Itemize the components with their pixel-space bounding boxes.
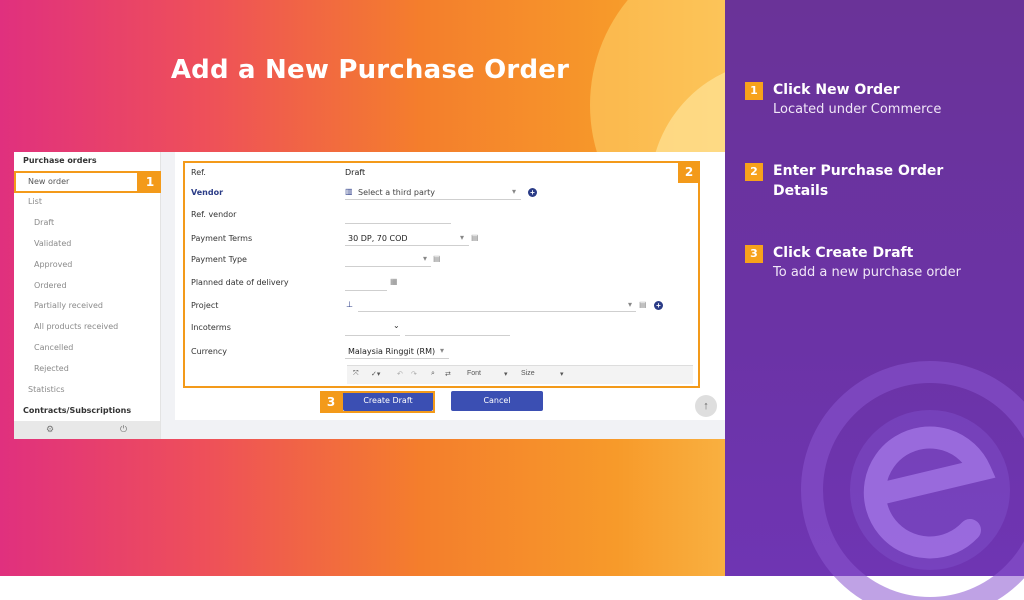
sidebar-item-validated[interactable]: Validated <box>34 239 180 248</box>
sidebar-item-cancelled[interactable]: Cancelled <box>34 343 180 352</box>
step-3-subtitle: To add a new purchase order <box>773 265 961 280</box>
brand-logo-icon <box>801 361 1024 600</box>
step-1: 1 Click New Order Located under Commerce <box>745 80 1005 120</box>
step-3: 3 Click Create Draft To add a new purcha… <box>745 243 1005 283</box>
step-2-title: Enter Purchase Order Details <box>773 163 944 199</box>
step-1-badge: 1 <box>745 82 763 100</box>
gear-icon[interactable]: ⚙ <box>46 424 54 435</box>
cancel-button[interactable]: Cancel <box>451 391 543 411</box>
sidebar-item-rejected[interactable]: Rejected <box>34 364 180 373</box>
marker-1: 1 <box>139 171 161 193</box>
sidebar-item-list[interactable]: List <box>28 197 174 206</box>
sidebar-item-ordered[interactable]: Ordered <box>34 281 180 290</box>
sidebar-item-draft[interactable]: Draft <box>34 218 180 227</box>
sidebar-header: Purchase orders <box>23 156 97 165</box>
step-1-title: Click New Order <box>773 82 900 98</box>
step-3-title: Click Create Draft <box>773 245 914 261</box>
sidebar-footer: ⚙ ⏻ <box>14 421 160 439</box>
sidebar-section-contracts[interactable]: Contracts/Subscriptions <box>23 406 169 415</box>
sidebar-item-partially-received[interactable]: Partially received <box>34 301 180 310</box>
scroll-to-top-icon[interactable]: ↑ <box>695 395 717 417</box>
sidebar: Purchase orders New order List Draft Val… <box>14 152 161 439</box>
step-1-subtitle: Located under Commerce <box>773 102 942 117</box>
power-icon[interactable]: ⏻ <box>120 424 127 435</box>
step-2: 2 Enter Purchase Order Details <box>745 161 1005 205</box>
sidebar-item-statistics[interactable]: Statistics <box>28 385 174 394</box>
slide-title: Add a New Purchase Order <box>170 55 570 85</box>
step-3-badge: 3 <box>745 245 763 263</box>
sidebar-item-all-products-received[interactable]: All products received <box>34 322 180 331</box>
step-2-badge: 2 <box>745 163 763 181</box>
sidebar-item-approved[interactable]: Approved <box>34 260 180 269</box>
highlight-form <box>183 161 700 388</box>
highlight-new-order <box>14 171 139 193</box>
highlight-create-draft <box>341 391 435 413</box>
marker-2: 2 <box>678 161 700 183</box>
marker-3: 3 <box>320 391 342 413</box>
